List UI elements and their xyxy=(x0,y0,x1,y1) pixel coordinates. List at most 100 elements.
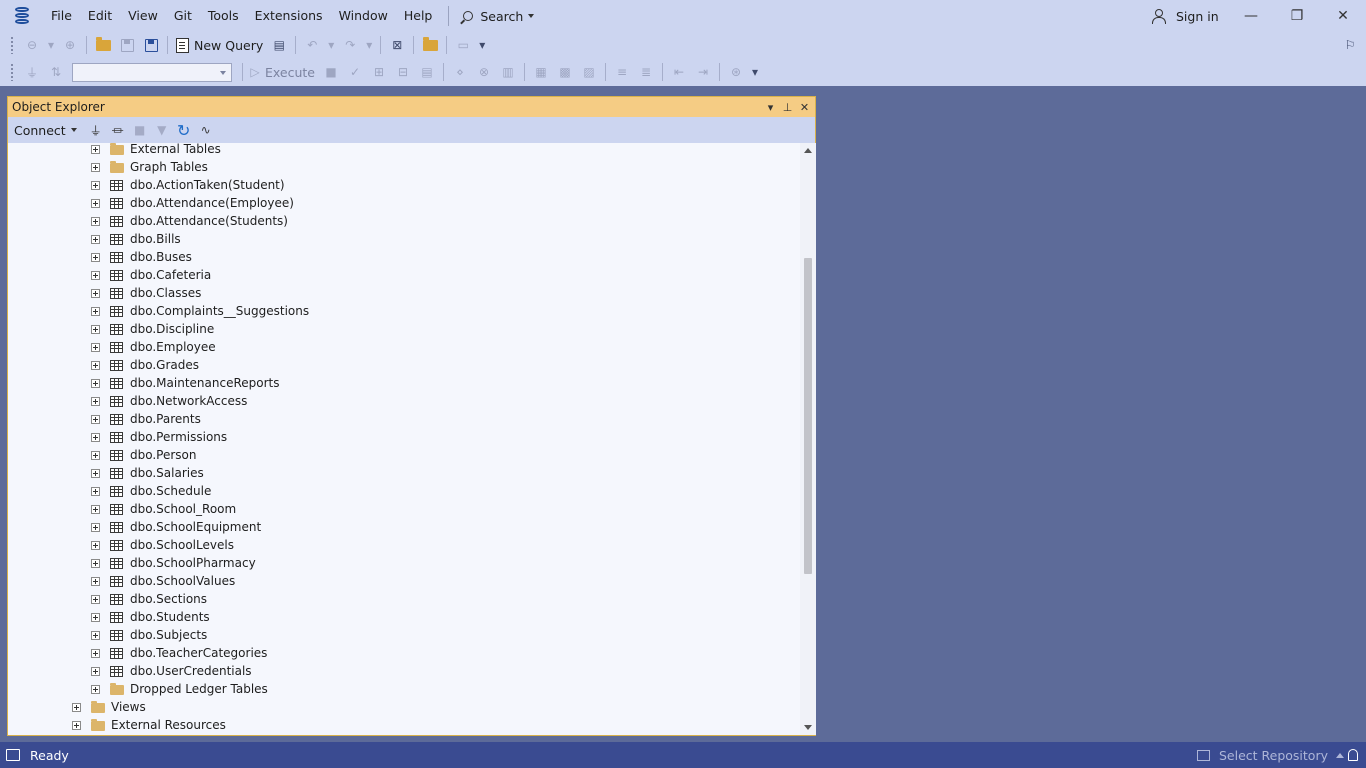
connect-button[interactable]: Connect xyxy=(14,123,77,138)
tree-node[interactable]: dbo.SchoolLevels xyxy=(91,536,234,554)
decrease-indent-icon[interactable]: ⇤ xyxy=(669,62,689,82)
tree-node[interactable]: dbo.Employee xyxy=(91,338,216,356)
menu-extensions[interactable]: Extensions xyxy=(247,0,331,32)
expand-icon[interactable] xyxy=(91,162,100,172)
expand-icon[interactable] xyxy=(91,342,100,352)
tree-node[interactable]: dbo.Subjects xyxy=(91,626,207,644)
expand-icon[interactable] xyxy=(91,666,100,676)
tree-node[interactable]: dbo.Permissions xyxy=(91,428,227,446)
include-actual-plan-icon[interactable]: ⊗ xyxy=(474,62,494,82)
tree-node[interactable]: dbo.Sections xyxy=(91,590,207,608)
tree-node[interactable]: External Resources xyxy=(72,716,226,734)
expand-icon[interactable] xyxy=(91,198,100,208)
expand-icon[interactable] xyxy=(91,468,100,478)
disconnect-icon[interactable]: ⏛ xyxy=(108,120,128,140)
navigate-back-icon[interactable]: ⊖ xyxy=(22,35,42,55)
expand-icon[interactable] xyxy=(91,360,100,370)
expand-icon[interactable] xyxy=(91,396,100,406)
navigate-forward-icon[interactable]: ⊕ xyxy=(60,35,80,55)
expand-icon[interactable] xyxy=(91,306,100,316)
tree-node[interactable]: dbo.Complaints__Suggestions xyxy=(91,302,309,320)
close-window-button[interactable]: ✕ xyxy=(1320,0,1366,32)
expand-icon[interactable] xyxy=(91,612,100,622)
filter-icon[interactable]: ▼ xyxy=(152,120,172,140)
expand-icon[interactable] xyxy=(91,216,100,226)
query-options-icon[interactable]: ▤ xyxy=(417,62,437,82)
tree-node[interactable]: dbo.SchoolEquipment xyxy=(91,518,261,536)
sign-in-button[interactable]: Sign in xyxy=(1152,0,1219,32)
save-icon[interactable] xyxy=(117,35,137,55)
expand-icon[interactable] xyxy=(91,630,100,640)
tree-node[interactable]: dbo.School_Room xyxy=(91,500,236,518)
scrollbar-thumb[interactable] xyxy=(804,258,812,574)
activity-monitor-icon[interactable]: ∿ xyxy=(196,120,216,140)
parse-icon[interactable]: ✓ xyxy=(345,62,365,82)
uncomment-icon[interactable]: ≣ xyxy=(636,62,656,82)
tree-node[interactable]: dbo.Person xyxy=(91,446,197,464)
back-dropdown-icon[interactable]: ▾ xyxy=(46,35,56,55)
results-to-text-icon[interactable]: ▦ xyxy=(531,62,551,82)
undo-dropdown-icon[interactable]: ▾ xyxy=(326,35,336,55)
tree-node[interactable]: dbo.Parents xyxy=(91,410,201,428)
feedback-icon[interactable]: ⚐ xyxy=(1340,35,1360,55)
object-explorer-icon[interactable] xyxy=(420,35,440,55)
expand-icon[interactable] xyxy=(91,252,100,262)
tree-node[interactable]: dbo.Classes xyxy=(91,284,201,302)
execute-icon[interactable]: ▷ xyxy=(249,62,261,82)
tree-node[interactable]: dbo.Schedule xyxy=(91,482,211,500)
object-explorer-tree[interactable]: External Tables Graph Tables dbo.ActionTak… xyxy=(8,143,800,735)
expand-icon[interactable] xyxy=(91,558,100,568)
expand-icon[interactable] xyxy=(91,288,100,298)
database-engine-query-icon[interactable]: ▤ xyxy=(269,35,289,55)
tree-node[interactable]: Views xyxy=(72,698,146,716)
connect-icon[interactable]: ⏚ xyxy=(22,62,42,82)
expand-icon[interactable] xyxy=(91,540,100,550)
properties-icon[interactable]: ▭ xyxy=(453,35,473,55)
select-repository-button[interactable]: Select Repository xyxy=(1196,742,1344,768)
search-button[interactable]: Search xyxy=(457,9,540,24)
intellisense-icon[interactable]: ⋄ xyxy=(450,62,470,82)
expand-icon[interactable] xyxy=(91,576,100,586)
expand-icon[interactable] xyxy=(91,180,100,190)
expand-icon[interactable] xyxy=(91,648,100,658)
tree-node[interactable]: dbo.ActionTaken(Student) xyxy=(91,176,285,194)
expand-icon[interactable] xyxy=(91,144,100,154)
expand-icon[interactable] xyxy=(91,414,100,424)
expand-icon[interactable] xyxy=(91,324,100,334)
tree-node[interactable]: dbo.Attendance(Students) xyxy=(91,212,288,230)
restore-button[interactable]: ❐ xyxy=(1274,0,1320,32)
menu-help[interactable]: Help xyxy=(396,0,441,32)
display-estimated-plan-icon[interactable]: ⊞ xyxy=(369,62,389,82)
tree-node[interactable]: dbo.MaintenanceReports xyxy=(91,374,280,392)
tree-node[interactable]: dbo.SchoolPharmacy xyxy=(91,554,256,572)
menu-view[interactable]: View xyxy=(120,0,166,32)
pin-icon[interactable]: ⊥ xyxy=(779,98,796,116)
specify-template-values-icon[interactable]: ⊛ xyxy=(726,62,746,82)
expand-icon[interactable] xyxy=(72,702,81,712)
redo-dropdown-icon[interactable]: ▾ xyxy=(364,35,374,55)
tree-node[interactable]: Dropped Ledger Tables xyxy=(91,680,268,698)
new-query-button[interactable]: New Query xyxy=(174,35,265,55)
expand-icon[interactable] xyxy=(72,720,81,730)
expand-icon[interactable] xyxy=(91,378,100,388)
stop-icon[interactable]: ■ xyxy=(130,120,150,140)
save-all-icon[interactable] xyxy=(141,35,161,55)
expand-icon[interactable] xyxy=(91,684,100,694)
expand-icon[interactable] xyxy=(91,270,100,280)
menu-edit[interactable]: Edit xyxy=(80,0,120,32)
results-to-file-icon[interactable]: ▨ xyxy=(579,62,599,82)
tree-node[interactable]: dbo.Bills xyxy=(91,230,181,248)
menu-window[interactable]: Window xyxy=(331,0,396,32)
tree-node[interactable]: dbo.Salaries xyxy=(91,464,204,482)
ssms-logo-icon[interactable] xyxy=(13,7,31,25)
expand-icon[interactable] xyxy=(91,432,100,442)
vertical-scrollbar[interactable] xyxy=(800,143,816,735)
tree-node[interactable]: dbo.SchoolValues xyxy=(91,572,235,590)
expand-icon[interactable] xyxy=(91,594,100,604)
toolbar-options-icon[interactable]: ▾ xyxy=(750,62,760,82)
activity-monitor-icon[interactable]: ⊠ xyxy=(387,35,407,55)
toolbar-grip[interactable] xyxy=(10,36,14,54)
close-panel-icon[interactable]: ✕ xyxy=(796,98,813,116)
tree-node[interactable]: dbo.Cafeteria xyxy=(91,266,211,284)
live-query-stats-icon[interactable]: ▥ xyxy=(498,62,518,82)
